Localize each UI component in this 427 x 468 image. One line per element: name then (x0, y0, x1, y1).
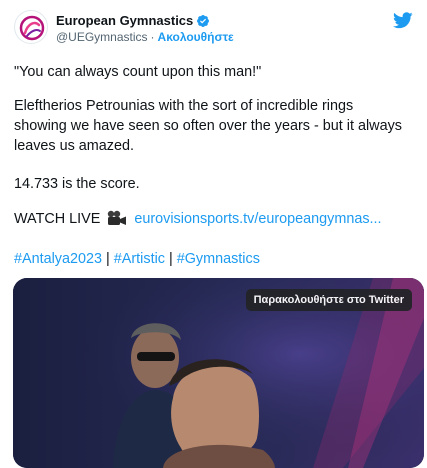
account-names: European Gymnastics @UEGymnastics · Ακολου… (56, 12, 234, 45)
watch-live-link[interactable]: eurovisionsports.tv/europeangymnas... (134, 211, 381, 227)
european-gymnastics-logo-icon (19, 15, 45, 41)
video-media[interactable]: Παρακολουθήστε στο Twitter (13, 278, 424, 468)
watch-on-twitter-button[interactable]: Παρακολουθήστε στο Twitter (245, 289, 412, 311)
tweet-quote: "You can always count upon this man!" (14, 64, 262, 80)
tweet-watch-line: WATCH LIVE eurovisionsports.tv/europeang… (14, 209, 414, 229)
hashtag-divider: | (168, 251, 173, 267)
hashtag-divider: | (106, 251, 110, 267)
hashtag-artistic[interactable]: #Artistic (114, 251, 165, 267)
account-name[interactable]: European Gymnastics (56, 13, 193, 28)
hashtag-gymnastics[interactable]: #Gymnastics (177, 251, 260, 267)
twitter-bird-icon[interactable] (393, 12, 413, 29)
tweet-header: European Gymnastics @UEGymnastics · Ακολου… (14, 10, 413, 46)
handle-separator: · (150, 30, 155, 44)
account-handle[interactable]: @UEGymnastics (56, 30, 148, 44)
verified-badge-icon (197, 14, 210, 27)
tweet-hashtags: #Antalya2023 | #Artistic | #Gymnastics (14, 249, 414, 269)
tweet-description: Eleftherios Petrounias with the sort of … (14, 98, 402, 154)
watch-live-label: WATCH LIVE (14, 211, 101, 227)
follow-link[interactable]: Ακολουθήστε (158, 30, 234, 44)
movie-camera-icon (108, 210, 127, 225)
tweet-score: 14.733 is the score. (14, 176, 140, 192)
account-avatar[interactable] (14, 10, 48, 44)
hashtag-antalya2023[interactable]: #Antalya2023 (14, 251, 102, 267)
